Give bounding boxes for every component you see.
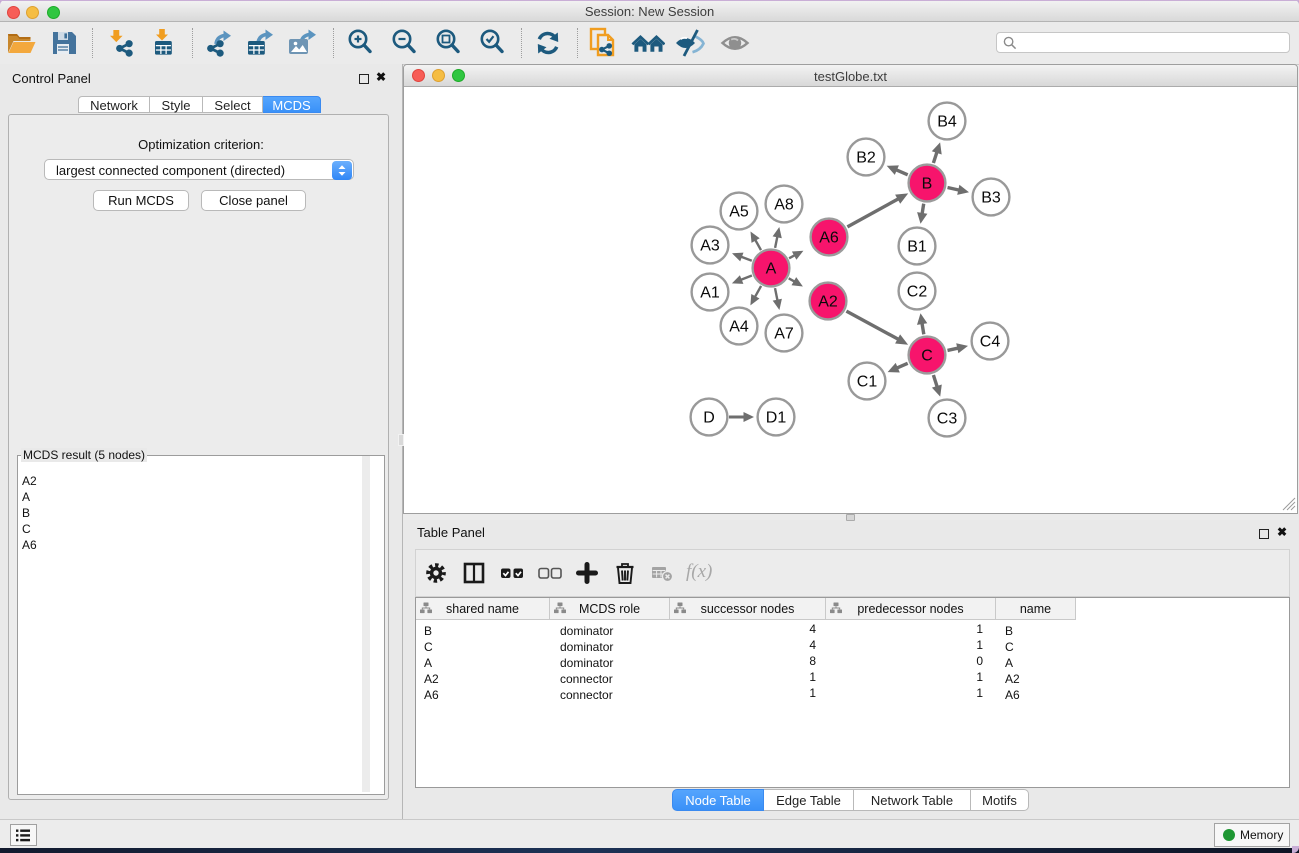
svg-text:A5: A5 <box>729 204 749 221</box>
svg-text:C2: C2 <box>907 284 928 301</box>
svg-text:A4: A4 <box>729 319 749 336</box>
svg-text:B3: B3 <box>981 190 1001 207</box>
svg-text:A8: A8 <box>774 197 794 214</box>
svg-text:A2: A2 <box>818 294 838 311</box>
svg-text:A: A <box>766 261 777 278</box>
svg-text:A7: A7 <box>774 326 794 343</box>
svg-text:B: B <box>922 176 933 193</box>
svg-text:A3: A3 <box>700 238 720 255</box>
svg-text:A6: A6 <box>819 230 839 247</box>
svg-text:B2: B2 <box>856 150 876 167</box>
svg-text:B4: B4 <box>937 114 957 131</box>
svg-text:C3: C3 <box>937 411 958 428</box>
svg-text:A1: A1 <box>700 285 720 302</box>
svg-text:C1: C1 <box>857 374 878 391</box>
svg-text:C: C <box>921 348 933 365</box>
svg-text:C4: C4 <box>980 334 1001 351</box>
svg-text:D: D <box>703 410 715 427</box>
svg-text:D1: D1 <box>766 410 787 427</box>
svg-text:B1: B1 <box>907 239 927 256</box>
